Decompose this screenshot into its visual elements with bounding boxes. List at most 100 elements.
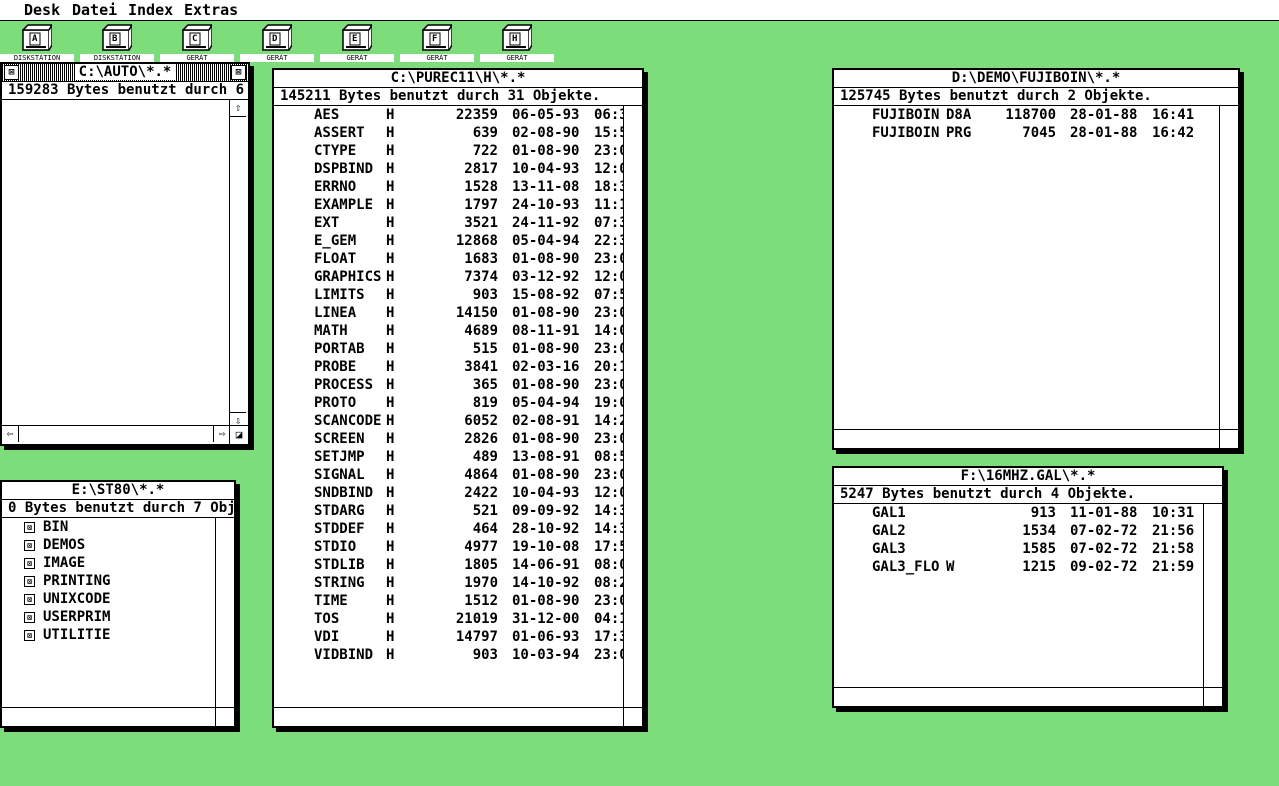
folder-row[interactable]: ⊠ IMAGE: [24, 554, 85, 572]
file-time: 12:0: [594, 161, 624, 177]
file-date: 01-08-90: [512, 251, 580, 267]
title-bar[interactable]: E:\ST80\*.*: [2, 482, 234, 500]
file-row[interactable]: STDLIB H 1805 14-06-91 08:0: [274, 556, 624, 574]
menu-extras[interactable]: Extras: [184, 1, 238, 19]
size-box[interactable]: [1219, 429, 1238, 448]
scroll-up-icon[interactable]: ⇧: [230, 100, 246, 117]
file-row[interactable]: SNDBIND H 2422 10-04-93 12:0: [274, 484, 624, 502]
desktop-icon-6[interactable]: H GERÄT: [480, 24, 554, 62]
file-name: FUJIBOIN: [872, 107, 940, 123]
vertical-scrollbar[interactable]: [623, 106, 642, 710]
file-row[interactable]: STDIO H 4977 19-10-08 17:5: [274, 538, 624, 556]
vertical-scrollbar[interactable]: [215, 518, 234, 710]
file-row[interactable]: AES H 22359 06-05-93 06:3: [274, 106, 624, 124]
horizontal-scrollbar[interactable]: [834, 429, 1222, 448]
window-16mhz-gal[interactable]: F:\16MHZ.GAL\*.* 5247 Bytes benutzt durc…: [832, 466, 1224, 708]
size-box[interactable]: [1203, 687, 1222, 706]
size-box-icon[interactable]: ◪: [229, 425, 248, 444]
file-name: LINEA: [314, 305, 357, 321]
file-date: 05-04-94: [512, 395, 580, 411]
file-date: 10-03-94: [512, 647, 580, 663]
fuller-box-icon[interactable]: ⊠: [231, 65, 246, 80]
size-box[interactable]: [623, 707, 642, 726]
file-row[interactable]: PROBE H 3841 02-03-16 20:1: [274, 358, 624, 376]
file-time: 10:31: [1152, 505, 1195, 521]
desktop-icon-1[interactable]: B DISKSTATION: [80, 24, 154, 62]
folder-row[interactable]: ⊠ UNIXCODE: [24, 590, 110, 608]
file-row[interactable]: E_GEM H 12868 05-04-94 22:3: [274, 232, 624, 250]
horizontal-scrollbar[interactable]: ⇦ ⇨: [2, 425, 230, 444]
horizontal-scrollbar[interactable]: [274, 707, 626, 726]
file-row[interactable]: SCANCODEH 6052 02-08-91 14:2: [274, 412, 624, 430]
vertical-scrollbar[interactable]: [1219, 106, 1238, 432]
menu-desk[interactable]: Desk: [24, 1, 60, 19]
file-row[interactable]: TOS H 21019 31-12-00 04:1: [274, 610, 624, 628]
vertical-scrollbar[interactable]: [1203, 504, 1222, 690]
file-size: 3521: [464, 215, 498, 231]
file-row[interactable]: STDARG H 521 09-09-92 14:3: [274, 502, 624, 520]
title-bar[interactable]: D:\DEMO\FUJIBOIN\*.*: [834, 70, 1238, 88]
file-row[interactable]: FLOAT H 1683 01-08-90 23:0: [274, 250, 624, 268]
file-row[interactable]: LIMITS H 903 15-08-92 07:5: [274, 286, 624, 304]
file-row[interactable]: ERRNO H 1528 13-11-08 18:3: [274, 178, 624, 196]
file-row[interactable]: STDDEF H 464 28-10-92 14:3: [274, 520, 624, 538]
file-row[interactable]: VDI H 14797 01-06-93 17:3: [274, 628, 624, 646]
folder-row[interactable]: ⊠ UTILITIE: [24, 626, 110, 644]
desktop-icon-5[interactable]: F GERÄT: [400, 24, 474, 62]
folder-row[interactable]: ⊠ BIN: [24, 518, 68, 536]
file-row[interactable]: GAL2 1534 07-02-72 21:56: [834, 522, 1204, 540]
file-row[interactable]: CTYPE H 722 01-08-90 23:0: [274, 142, 624, 160]
file-row[interactable]: PORTAB H 515 01-08-90 23:0: [274, 340, 624, 358]
desktop-icon-4[interactable]: E GERÄT: [320, 24, 394, 62]
file-row[interactable]: GAL1 913 11-01-88 10:31: [834, 504, 1204, 522]
file-date: 14-06-91: [512, 557, 580, 573]
file-row[interactable]: ASSERT H 639 02-08-90 15:5: [274, 124, 624, 142]
file-row[interactable]: GAL3_FLO W 1215 09-02-72 21:59: [834, 558, 1204, 576]
file-row[interactable]: FUJIBOIN D8A 118700 28-01-88 16:41: [834, 106, 1220, 124]
horizontal-scrollbar[interactable]: [2, 707, 218, 726]
desktop-icon-0[interactable]: A DISKSTATION: [0, 24, 74, 62]
file-row[interactable]: SCREEN H 2826 01-08-90 23:0: [274, 430, 624, 448]
file-row[interactable]: EXT H 3521 24-11-92 07:3: [274, 214, 624, 232]
file-row[interactable]: EXAMPLE H 1797 24-10-93 11:1: [274, 196, 624, 214]
file-row[interactable]: VIDBIND H 903 10-03-94 23:0: [274, 646, 624, 664]
scroll-left-icon[interactable]: ⇦: [2, 426, 19, 442]
desktop-icon-2[interactable]: C GERÄT: [160, 24, 234, 62]
file-ext: H: [386, 539, 395, 555]
menu-index[interactable]: Index: [128, 1, 173, 19]
file-row[interactable]: FUJIBOIN PRG 7045 28-01-88 16:42: [834, 124, 1220, 142]
close-box-icon[interactable]: ⊠: [4, 65, 19, 80]
file-row[interactable]: LINEA H 14150 01-08-90 23:0: [274, 304, 624, 322]
folder-row[interactable]: ⊠ DEMOS: [24, 536, 85, 554]
window-fujiboin[interactable]: D:\DEMO\FUJIBOIN\*.* 125745 Bytes benutz…: [832, 68, 1240, 450]
folder-row[interactable]: ⊠ PRINTING: [24, 572, 110, 590]
file-row[interactable]: GAL3 1585 07-02-72 21:58: [834, 540, 1204, 558]
window-auto[interactable]: ⊠ C:\AUTO\*.* ⊠ 159283 Bytes benutzt dur…: [0, 62, 250, 446]
horizontal-scrollbar[interactable]: [834, 687, 1206, 706]
file-row[interactable]: PROTO H 819 05-04-94 19:0: [274, 394, 624, 412]
vertical-scrollbar[interactable]: ⇧ ⇩: [229, 100, 248, 429]
folder-name: UTILITIE: [43, 627, 111, 643]
file-row[interactable]: GRAPHICSH 7374 03-12-92 12:0: [274, 268, 624, 286]
file-row[interactable]: SIGNAL H 4864 01-08-90 23:0: [274, 466, 624, 484]
scroll-right-icon[interactable]: ⇨: [213, 426, 230, 442]
file-row[interactable]: SETJMP H 489 13-08-91 08:5: [274, 448, 624, 466]
title-bar[interactable]: F:\16MHZ.GAL\*.*: [834, 468, 1222, 486]
file-ext: H: [386, 143, 395, 159]
file-row[interactable]: TIME H 1512 01-08-90 23:0: [274, 592, 624, 610]
window-purec-h[interactable]: C:\PUREC11\H\*.* 145211 Bytes benutzt du…: [272, 68, 644, 728]
file-row[interactable]: STRING H 1970 14-10-92 08:2: [274, 574, 624, 592]
title-bar[interactable]: ⊠ C:\AUTO\*.* ⊠: [2, 64, 248, 82]
file-row[interactable]: PROCESS H 365 01-08-90 23:0: [274, 376, 624, 394]
title-bar[interactable]: C:\PUREC11\H\*.*: [274, 70, 642, 88]
file-row[interactable]: MATH H 4689 08-11-91 14:0: [274, 322, 624, 340]
size-box[interactable]: [215, 707, 234, 726]
window-st80[interactable]: E:\ST80\*.* 0 Bytes benutzt durch 7 Obje…: [0, 480, 236, 728]
desktop-icon-3[interactable]: D GERÄT: [240, 24, 314, 62]
file-name: SNDBIND: [314, 485, 374, 501]
file-date: 11-01-88: [1070, 505, 1138, 521]
folder-row[interactable]: ⊠ USERPRIM: [24, 608, 110, 626]
file-time: 06:3: [594, 107, 624, 123]
menu-datei[interactable]: Datei: [72, 1, 117, 19]
file-row[interactable]: DSPBIND H 2817 10-04-93 12:0: [274, 160, 624, 178]
